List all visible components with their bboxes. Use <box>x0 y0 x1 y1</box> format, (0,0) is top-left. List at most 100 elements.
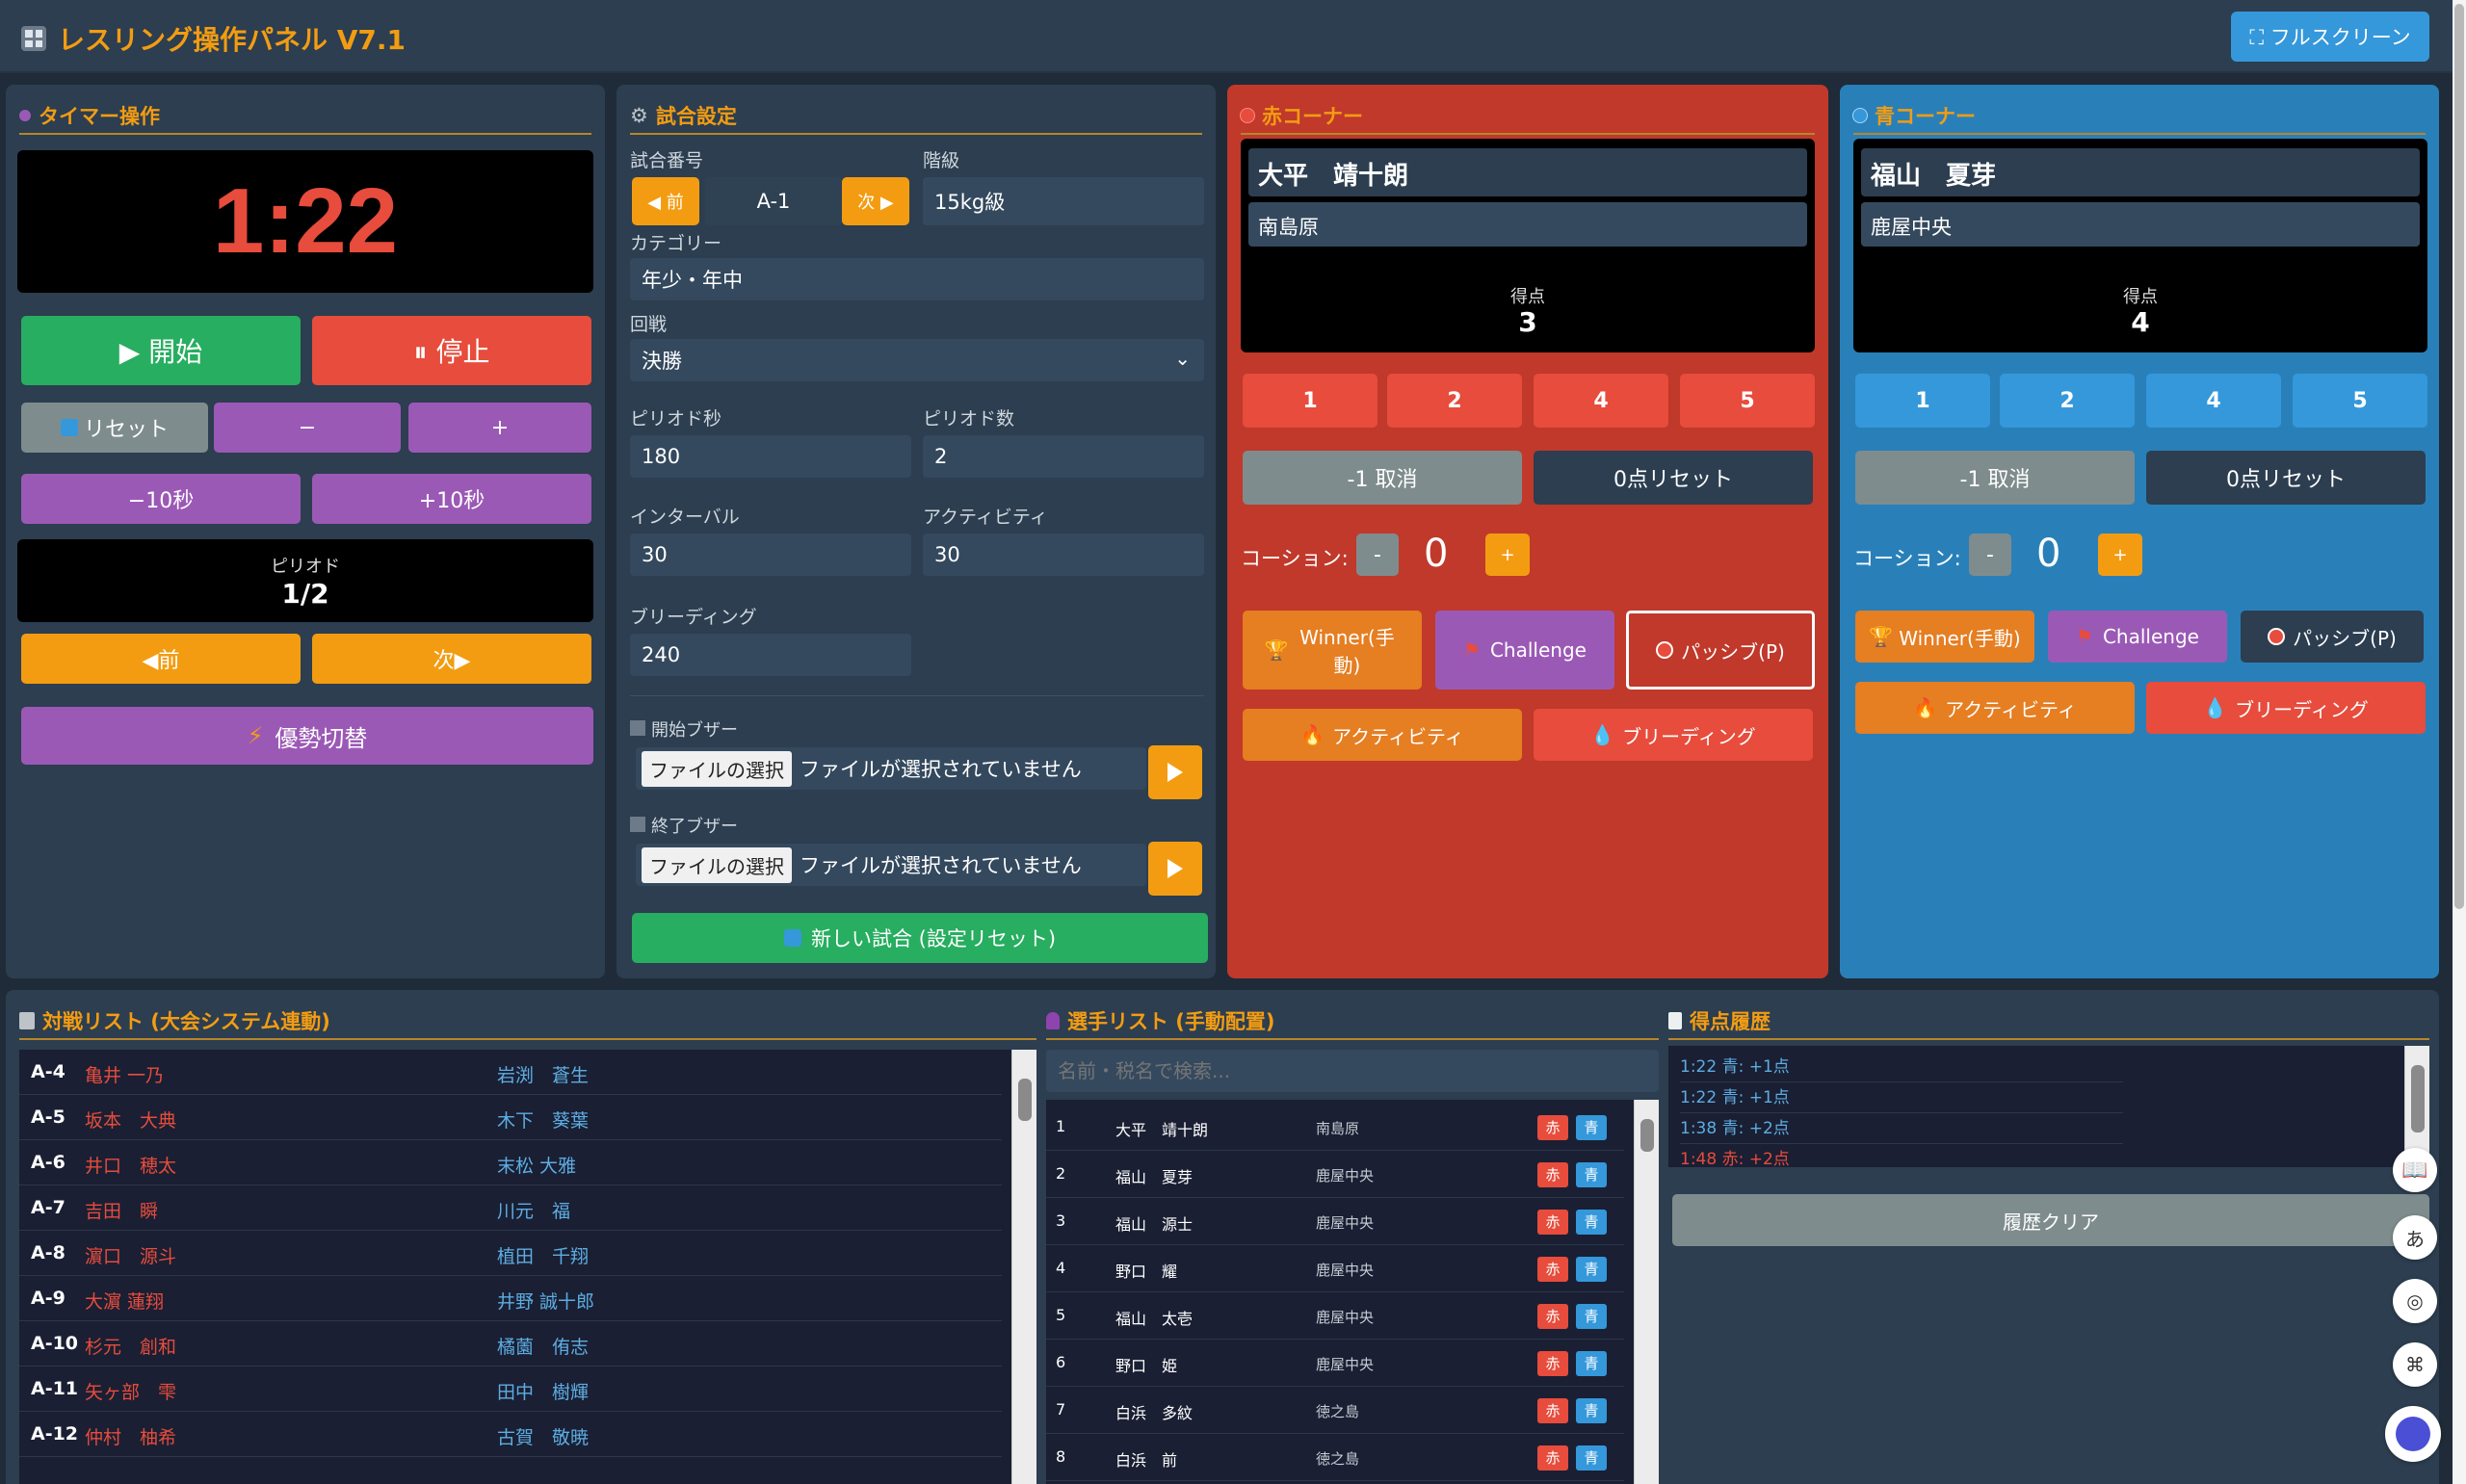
assign-red-button[interactable]: 赤 <box>1537 1398 1568 1423</box>
period-next-button[interactable]: 次▶ <box>312 634 591 684</box>
player-search-input[interactable] <box>1046 1050 1659 1092</box>
start-buzzer-file-button[interactable]: ファイルの選択 <box>642 750 792 787</box>
assign-red-button[interactable]: 赤 <box>1537 1445 1568 1471</box>
apps-icon[interactable]: ⌘ <box>2393 1342 2437 1387</box>
clear-history-button[interactable]: 履歴クリア <box>1672 1194 2429 1246</box>
history-list[interactable]: 1:22 青: +1点 1:22 青: +1点 1:38 青: +2点 1:48 赤:… <box>1668 1046 2429 1167</box>
red-point-5-button[interactable]: 5 <box>1680 374 1815 428</box>
bout-row[interactable]: A-10 杉元 創和 橘薗 侑志 <box>19 1321 1002 1367</box>
start-button[interactable]: ▶ 開始 <box>21 316 301 385</box>
red-cancel-button[interactable]: -1 取消 <box>1243 451 1522 505</box>
blue-point-1-button[interactable]: 1 <box>1855 374 1990 428</box>
plus-second-button[interactable]: + <box>408 403 591 453</box>
reset-button[interactable]: リセット <box>21 403 208 453</box>
broadcast-icon[interactable]: ◎ <box>2393 1279 2437 1323</box>
bleeding-field[interactable]: 240 <box>630 634 911 676</box>
category-field[interactable]: 年少・年中 <box>630 258 1204 300</box>
blue-caution-plus-button[interactable]: + <box>2098 534 2142 576</box>
blue-point-5-button[interactable]: 5 <box>2293 374 2427 428</box>
assign-blue-button[interactable]: 青 <box>1576 1445 1607 1471</box>
blue-cancel-button[interactable]: -1 取消 <box>1855 451 2135 505</box>
class-field[interactable]: 15kg級 <box>923 177 1204 225</box>
bout-row[interactable]: A-8 濵口 源斗 植田 千翔 <box>19 1231 1002 1276</box>
match-next-button[interactable]: 次 ▶ <box>842 177 909 225</box>
end-buzzer-play-button[interactable] <box>1148 842 1202 896</box>
assign-blue-button[interactable]: 青 <box>1576 1210 1607 1235</box>
blue-point-2-button[interactable]: 2 <box>2000 374 2135 428</box>
translate-icon[interactable]: あ <box>2393 1215 2437 1260</box>
period-prev-button[interactable]: ◀前 <box>21 634 301 684</box>
red-winner-button[interactable]: 🏆 Winner(手動) <box>1243 611 1422 690</box>
stop-button[interactable]: ⏸ 停止 <box>312 316 591 385</box>
assign-blue-button[interactable]: 青 <box>1576 1162 1607 1187</box>
assign-red-button[interactable]: 赤 <box>1537 1210 1568 1235</box>
bout-row[interactable]: A-6 井口 穂太 末松 大雅 <box>19 1140 1002 1185</box>
bouts-list[interactable]: A-4 亀井 一乃 岩渕 蒼生 A-5 坂本 大典 木下 葵葉 A-6 井口 穂太 末松 大雅 A… <box>19 1050 1036 1484</box>
book-icon[interactable]: 📖 <box>2393 1148 2437 1192</box>
start-buzzer-play-button[interactable] <box>1148 745 1202 799</box>
bout-row[interactable]: A-9 大濵 蓮翔 井野 誠十郎 <box>19 1276 1002 1321</box>
round-select[interactable]: 決勝 ⌄ <box>630 339 1204 381</box>
blue-caution-minus-button[interactable]: - <box>1969 534 2011 576</box>
interval-label: インターバル <box>630 507 740 528</box>
minus-10s-button[interactable]: −10秒 <box>21 474 301 524</box>
players-scroll-thumb[interactable] <box>1640 1119 1654 1152</box>
red-caution-minus-button[interactable]: - <box>1356 534 1399 576</box>
period-count-field[interactable]: 2 <box>923 435 1204 478</box>
assign-blue-button[interactable]: 青 <box>1576 1115 1607 1140</box>
red-passive-button[interactable]: パッシブ(P) <box>1626 611 1815 690</box>
red-reset-score-button[interactable]: 0点リセット <box>1534 451 1813 505</box>
activity-field[interactable]: 30 <box>923 534 1204 576</box>
bout-row[interactable]: A-7 吉田 瞬 川元 福 <box>19 1185 1002 1231</box>
blue-point-4-button[interactable]: 4 <box>2146 374 2281 428</box>
history-scroll-thumb[interactable] <box>2411 1065 2425 1133</box>
assign-blue-button[interactable]: 青 <box>1576 1351 1607 1376</box>
assign-blue-button[interactable]: 青 <box>1576 1398 1607 1423</box>
new-match-button[interactable]: 新しい試合 (設定リセット) <box>632 913 1208 963</box>
blue-activity-button[interactable]: 🔥 アクティビティ <box>1855 682 2135 734</box>
blue-passive-button[interactable]: パッシブ(P) <box>2241 611 2424 663</box>
match-prev-button[interactable]: ◀ 前 <box>632 177 699 225</box>
assign-red-button[interactable]: 赤 <box>1537 1257 1568 1282</box>
period-value: 1/2 <box>281 578 329 610</box>
red-bleeding-button[interactable]: 💧 ブリーディング <box>1534 709 1813 761</box>
red-challenge-button[interactable]: ⚑ Challenge <box>1435 611 1614 690</box>
page-scrollbar[interactable] <box>2453 0 2466 1484</box>
fullscreen-button[interactable]: ⛶ フルスクリーン <box>2231 12 2429 62</box>
minus-second-button[interactable]: − <box>214 403 401 453</box>
page-scroll-thumb[interactable] <box>2454 4 2464 909</box>
period-sec-field[interactable]: 180 <box>630 435 911 478</box>
bout-row[interactable]: A-11 矢ヶ部 雫 田中 樹輝 <box>19 1367 1002 1412</box>
bout-row[interactable]: A-5 坂本 大典 木下 葵葉 <box>19 1095 1002 1140</box>
match-no-field[interactable]: A-1 <box>705 177 842 225</box>
interval-field[interactable]: 30 <box>630 534 911 576</box>
assign-red-button[interactable]: 赤 <box>1537 1115 1568 1140</box>
blue-reset-score-button[interactable]: 0点リセット <box>2146 451 2426 505</box>
red-point-2-button[interactable]: 2 <box>1387 374 1522 428</box>
red-point-4-button[interactable]: 4 <box>1534 374 1668 428</box>
red-caution-plus-button[interactable]: + <box>1485 534 1530 576</box>
bout-row[interactable]: A-12 仲村 柚希 古賀 敬暁 <box>19 1412 1002 1457</box>
player-name: 福山 源士 <box>1115 1215 1194 1234</box>
end-buzzer-file-button[interactable]: ファイルの選択 <box>642 846 792 883</box>
assistant-icon[interactable] <box>2385 1406 2441 1462</box>
red-activity-button[interactable]: 🔥 アクティビティ <box>1243 709 1522 761</box>
red-point-1-button[interactable]: 1 <box>1243 374 1377 428</box>
advantage-toggle-button[interactable]: ⚡ 優勢切替 <box>21 707 593 765</box>
end-buzzer-file-input[interactable]: ファイルの選択 ファイルが選択されていません <box>636 844 1146 886</box>
start-buzzer-file-input[interactable]: ファイルの選択 ファイルが選択されていません <box>636 747 1146 790</box>
players-list[interactable]: 1 大平 靖十朗 南島原赤青 2 福山 夏芽 鹿屋中央赤青 3 福山 源士 鹿屋中央赤青 4 野口 … <box>1046 1100 1659 1484</box>
bouts-scrollbar[interactable] <box>1011 1050 1036 1484</box>
blue-challenge-button[interactable]: ⚑ Challenge <box>2048 611 2227 663</box>
assign-red-button[interactable]: 赤 <box>1537 1351 1568 1376</box>
bout-row[interactable]: A-4 亀井 一乃 岩渕 蒼生 <box>19 1050 1002 1095</box>
assign-red-button[interactable]: 赤 <box>1537 1304 1568 1329</box>
assign-red-button[interactable]: 赤 <box>1537 1162 1568 1187</box>
blue-bleeding-button[interactable]: 💧 ブリーディング <box>2146 682 2426 734</box>
assign-blue-button[interactable]: 青 <box>1576 1304 1607 1329</box>
blue-winner-button[interactable]: 🏆 Winner(手動) <box>1855 611 2034 663</box>
bouts-scroll-thumb[interactable] <box>1018 1079 1032 1121</box>
players-scrollbar[interactable] <box>1634 1100 1659 1484</box>
assign-blue-button[interactable]: 青 <box>1576 1257 1607 1282</box>
plus-10s-button[interactable]: +10秒 <box>312 474 591 524</box>
